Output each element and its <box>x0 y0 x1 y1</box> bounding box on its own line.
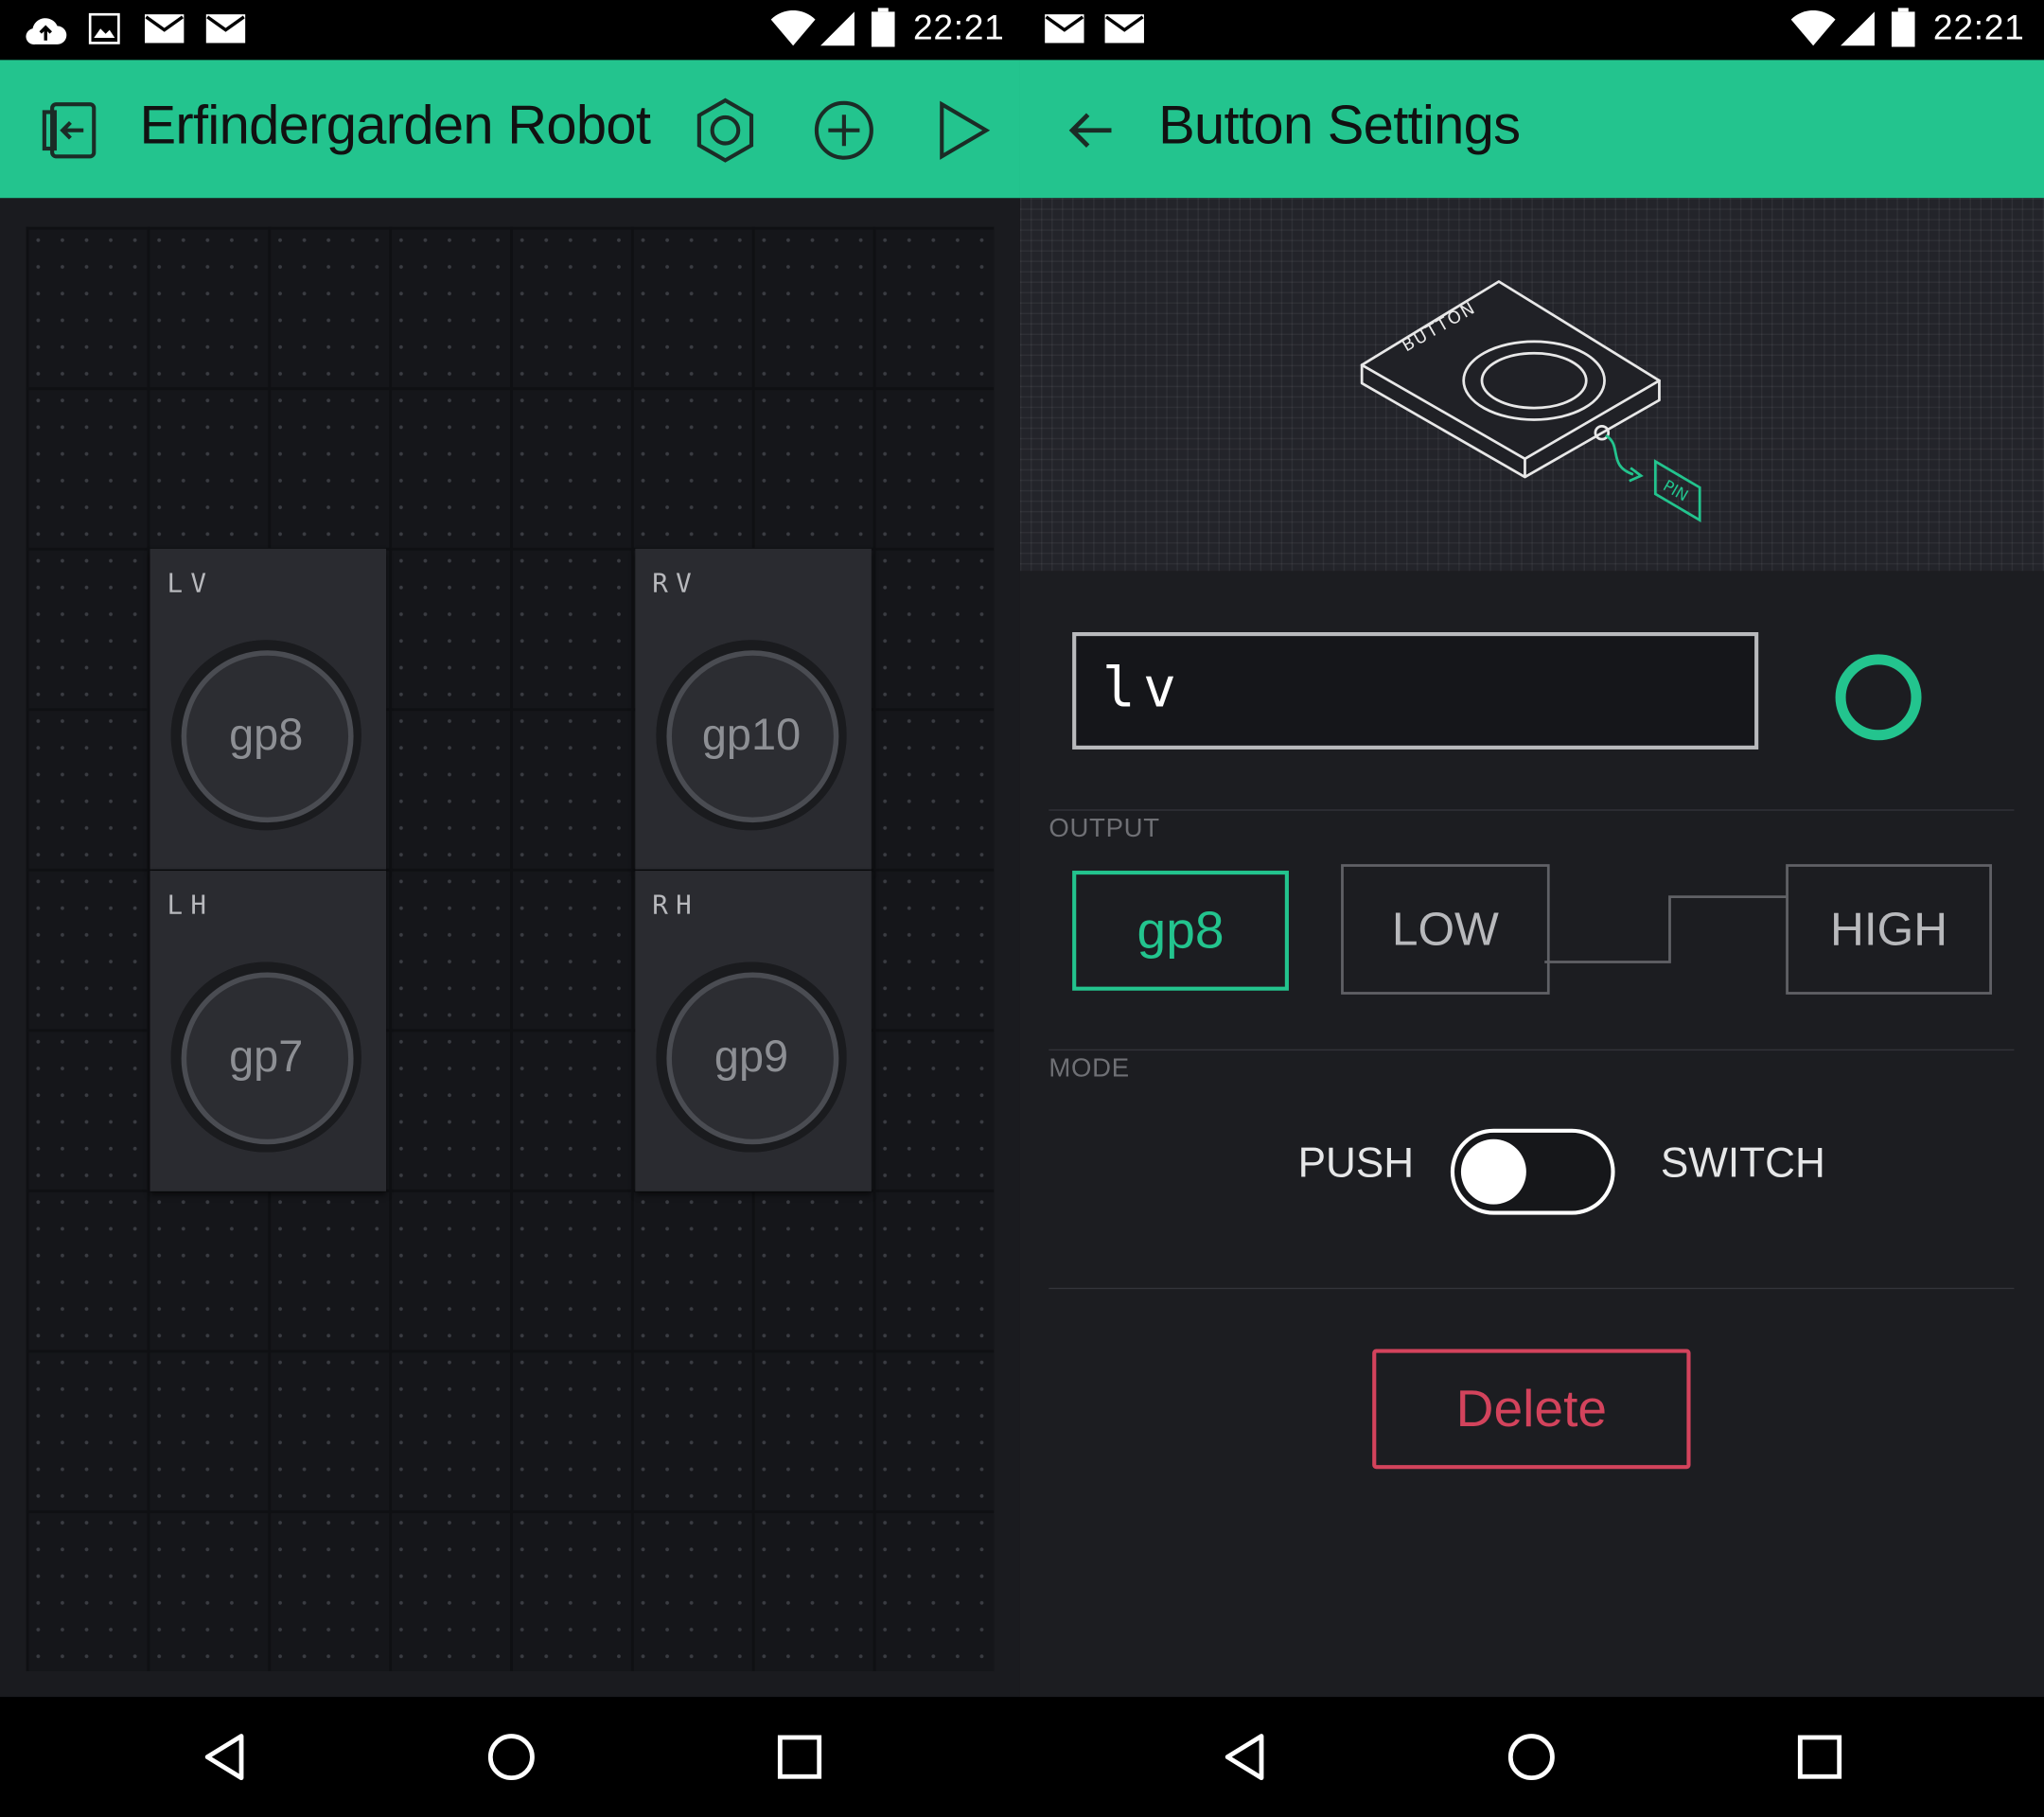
back-triangle-icon[interactable] <box>199 1731 251 1783</box>
push-label: PUSH <box>1297 1138 1415 1187</box>
arrow-left-icon[interactable] <box>1057 97 1125 165</box>
button-widget-rh[interactable]: RH gp9 <box>635 871 872 1191</box>
project-title: Erfindergarden Robot <box>139 94 651 155</box>
cloud-upload-icon <box>26 18 67 44</box>
button-device-image: BUTTON PIN <box>1360 280 1701 522</box>
widget-pin: gp8 <box>229 710 304 760</box>
status-bar: 22:21 <box>1019 0 2044 61</box>
dashboard-canvas: LV gp8 RV gp10 LH gp7 RH gp9 <box>0 198 1020 1698</box>
output-pin-value: gp8 <box>1137 902 1225 960</box>
screen-title: Button Settings <box>1158 94 1521 155</box>
output-section-label: OUTPUT <box>1048 814 1160 844</box>
switch-label: SWITCH <box>1660 1138 1825 1187</box>
battery-icon <box>871 8 895 47</box>
settings-hex-icon[interactable] <box>692 97 760 165</box>
wifi-icon <box>770 10 816 46</box>
toggle-knob <box>1460 1138 1526 1205</box>
divider <box>1048 1287 2015 1290</box>
color-picker-circle[interactable] <box>1835 654 1922 741</box>
high-value-label: HIGH <box>1830 902 1948 956</box>
mode-section-label: MODE <box>1048 1054 1130 1084</box>
app-bar: Button Settings <box>1019 60 2044 199</box>
button-widget-lv[interactable]: LV gp8 <box>150 548 387 870</box>
divider <box>1048 809 2015 811</box>
home-circle-icon[interactable] <box>1506 1731 1558 1783</box>
widget-name-value: lv <box>1101 655 1185 720</box>
button-widget-rv[interactable]: RV gp10 <box>635 548 872 870</box>
low-value-label: LOW <box>1391 902 1499 956</box>
widget-pin: gp7 <box>229 1032 304 1083</box>
status-bar: 22:21 <box>0 0 1020 61</box>
widget-label: LH <box>167 889 215 921</box>
image-icon <box>88 12 120 44</box>
low-value-box[interactable]: LOW <box>1341 864 1550 995</box>
signal-step-line <box>1544 895 1788 963</box>
button-knob[interactable]: gp9 <box>656 961 847 1153</box>
mail-icon <box>1104 14 1144 44</box>
delete-button[interactable]: Delete <box>1372 1349 1691 1470</box>
left-screen: 22:21 Erfindergarden Robot LV gp8 RV gp1… <box>0 0 1020 1817</box>
right-screen: 22:21 Button Settings BUTTON PIN lv OUTP… <box>1019 0 2044 1817</box>
battery-icon <box>1891 8 1915 47</box>
mail-icon <box>1045 14 1084 44</box>
mode-toggle[interactable] <box>1450 1128 1615 1215</box>
high-value-box[interactable]: HIGH <box>1786 864 1992 995</box>
recents-square-icon[interactable] <box>1793 1731 1845 1783</box>
signal-icon <box>1841 11 1875 46</box>
nav-bar <box>1019 1697 2044 1817</box>
status-time: 22:21 <box>1932 8 2025 47</box>
app-bar: Erfindergarden Robot <box>0 60 1020 199</box>
wifi-icon <box>1790 10 1836 46</box>
widget-label: LV <box>167 567 215 599</box>
button-knob[interactable]: gp8 <box>170 640 361 831</box>
widget-label: RV <box>652 567 700 599</box>
button-knob[interactable]: gp10 <box>656 640 847 831</box>
nav-bar <box>0 1697 1020 1817</box>
output-pin-select[interactable]: gp8 <box>1072 871 1289 991</box>
button-widget-lh[interactable]: LH gp7 <box>150 871 387 1191</box>
exit-icon[interactable] <box>37 97 105 165</box>
widget-name-input[interactable]: lv <box>1072 631 1759 750</box>
widget-pin: gp9 <box>714 1032 789 1083</box>
mail-icon <box>205 14 246 44</box>
status-time: 22:21 <box>912 8 1005 47</box>
add-icon[interactable] <box>810 97 878 165</box>
recents-square-icon[interactable] <box>773 1731 825 1783</box>
button-knob[interactable]: gp7 <box>170 961 361 1153</box>
button-illustration: BUTTON PIN <box>1019 198 2044 572</box>
widget-pin: gp10 <box>701 710 802 760</box>
widget-label: RH <box>652 889 700 921</box>
play-icon[interactable] <box>928 97 996 165</box>
back-triangle-icon[interactable] <box>1219 1731 1271 1783</box>
mail-icon <box>145 14 185 44</box>
settings-body: BUTTON PIN lv OUTPUT gp8 LOW HIGH MODE P… <box>1019 198 2044 1698</box>
signal-icon <box>820 11 855 46</box>
home-circle-icon[interactable] <box>485 1731 537 1783</box>
delete-label: Delete <box>1455 1380 1608 1438</box>
